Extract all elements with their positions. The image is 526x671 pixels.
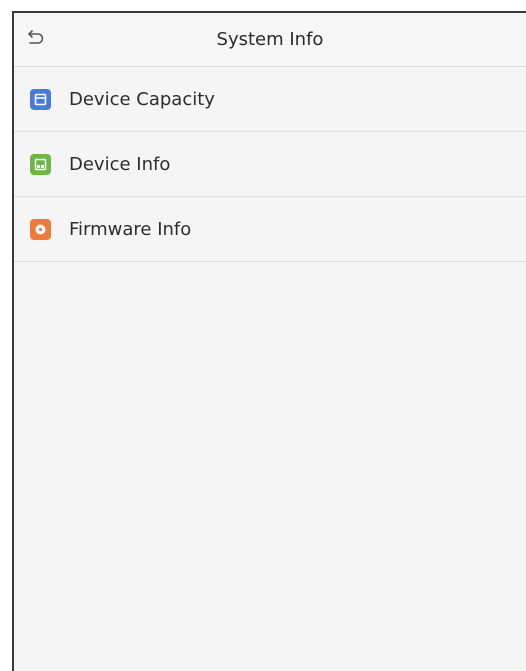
menu-item-device-capacity[interactable]: Device Capacity — [14, 67, 526, 132]
system-info-screen: System Info Device Capacity Device Info — [12, 11, 526, 671]
storage-capacity-icon — [30, 88, 51, 110]
menu-list: Device Capacity Device Info Firmware Inf… — [14, 67, 526, 262]
menu-item-label: Device Info — [69, 153, 171, 175]
menu-item-label: Device Capacity — [69, 88, 215, 110]
menu-item-label: Firmware Info — [69, 218, 192, 240]
device-info-icon — [30, 153, 51, 175]
menu-item-firmware-info[interactable]: Firmware Info — [14, 197, 526, 262]
firmware-disc-icon — [30, 218, 51, 240]
menu-item-device-info[interactable]: Device Info — [14, 132, 526, 197]
header-bar: System Info — [14, 13, 526, 67]
page-title: System Info — [216, 29, 324, 50]
